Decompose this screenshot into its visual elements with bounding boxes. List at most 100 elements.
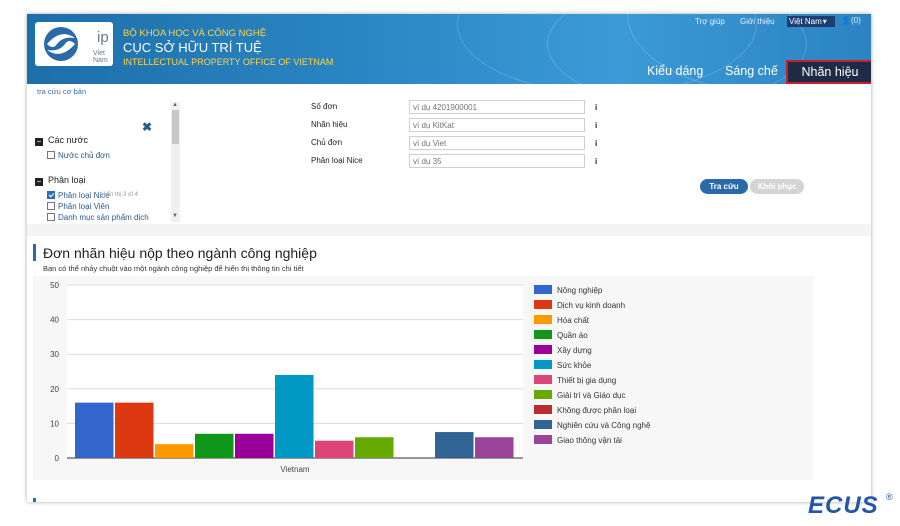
site-header: ip Viet Nam BỘ KHOA HỌC VÀ CÔNG NGHỆ CỤC… <box>27 14 871 84</box>
filter-section-classification[interactable]: − Phân loại <box>35 175 86 186</box>
tab-patent[interactable]: Sáng chế <box>725 64 778 78</box>
chevron-down-icon: ▾ <box>822 17 827 26</box>
legend-label[interactable]: Quần áo <box>557 331 588 340</box>
x-tick-label: Vietnam <box>280 465 310 474</box>
y-tick-label: 0 <box>55 454 60 463</box>
filter-count-hint: Hiển thị 3 of 4 <box>101 192 139 198</box>
logo-emblem-icon <box>44 27 78 61</box>
filter-panel: ✖ − Các nước Nước chủ đơn − Phân loại Phân… <box>29 102 181 224</box>
user-account[interactable]: 👤(0) <box>841 16 861 25</box>
chart-bar[interactable] <box>235 433 274 458</box>
legend-label[interactable]: Nông nghiệp <box>557 286 603 295</box>
logo-ip-text: ip <box>97 29 109 46</box>
legend-label[interactable]: Hóa chất <box>557 316 590 325</box>
application-number-input[interactable] <box>409 100 585 114</box>
registered-mark: ® <box>886 492 893 502</box>
chart-bar[interactable] <box>355 437 394 458</box>
ecus-watermark-logo: ECUS ® <box>800 490 896 524</box>
office-name-en: INTELLECTUAL PROPERTY OFFICE OF VIETNAM <box>123 57 334 67</box>
legend-label[interactable]: Giải trí và Giáo dục <box>557 391 625 400</box>
field-label-applicant: Chủ đơn <box>311 138 343 147</box>
legend-label[interactable]: Thiết bị gia dụng <box>557 376 616 385</box>
language-value: Việt Nam <box>789 17 822 26</box>
tab-trademark[interactable]: Nhãn hiệu <box>786 60 871 84</box>
filter-section-countries[interactable]: − Các nước <box>35 135 88 146</box>
scroll-up-icon[interactable]: ▲ <box>172 102 178 108</box>
site-logo[interactable]: ip Viet Nam <box>35 22 113 66</box>
info-icon[interactable]: i <box>595 121 597 130</box>
checkbox[interactable] <box>47 191 55 199</box>
legend-label[interactable]: Nghiên cứu và Công nghệ <box>557 421 651 430</box>
legend-swatch[interactable] <box>534 375 552 384</box>
filter-section-title: Các nước <box>48 135 88 145</box>
legend-swatch[interactable] <box>534 390 552 399</box>
legend-swatch[interactable] <box>534 330 552 339</box>
filter-option[interactable]: Nước chủ đơn <box>47 151 110 160</box>
y-tick-label: 20 <box>50 385 59 394</box>
chart-bar[interactable] <box>435 432 474 458</box>
reset-button[interactable]: Khôi phục <box>750 179 804 194</box>
legend-swatch[interactable] <box>534 435 552 444</box>
chart-bar[interactable] <box>315 440 354 458</box>
chart-bar[interactable] <box>475 437 514 458</box>
legend-label[interactable]: Không được phân loại <box>557 406 636 415</box>
filter-section-title: Phân loại <box>48 175 86 185</box>
breadcrumb[interactable]: tra cứu cơ bản <box>37 87 86 96</box>
y-tick-label: 40 <box>50 316 59 325</box>
legend-label[interactable]: Dịch vụ kinh doanh <box>557 301 625 310</box>
filter-option[interactable]: Danh mục sản phẩm dịch <box>47 213 149 222</box>
trademark-input[interactable] <box>409 118 585 132</box>
y-tick-label: 30 <box>50 350 59 359</box>
watermark-text: ECUS <box>808 492 879 519</box>
tab-industrial-design[interactable]: Kiểu dáng <box>647 64 703 78</box>
y-tick-label: 50 <box>50 281 59 290</box>
filter-option-label: Phân loại Viên <box>58 202 110 211</box>
close-icon[interactable]: ✖ <box>142 120 152 134</box>
info-icon[interactable]: i <box>595 157 597 166</box>
filter-option[interactable]: Phân loại Viên <box>47 202 109 211</box>
legend-swatch[interactable] <box>534 360 552 369</box>
help-link[interactable]: Trợ giúp <box>695 17 725 26</box>
app-window: ip Viet Nam BỘ KHOA HỌC VÀ CÔNG NGHỆ CỤC… <box>27 14 871 502</box>
legend-swatch[interactable] <box>534 285 552 294</box>
user-icon: 👤 <box>841 16 851 25</box>
nice-class-input[interactable] <box>409 154 585 168</box>
filter-option-label: Nước chủ đơn <box>58 151 110 160</box>
info-icon[interactable]: i <box>595 103 597 112</box>
field-label-application-number: Số đơn <box>311 102 338 111</box>
section-divider <box>27 224 871 236</box>
filter-option-label: Danh mục sản phẩm dịch <box>58 213 149 222</box>
chart-title: Đơn nhãn hiệu nộp theo ngành công nghiệp <box>43 245 317 261</box>
ministry-name: BỘ KHOA HỌC VÀ CÔNG NGHỆ <box>123 28 267 39</box>
checkbox[interactable] <box>47 151 55 159</box>
chart-bar[interactable] <box>115 402 154 458</box>
chart-bar[interactable] <box>275 374 314 458</box>
applicant-input[interactable] <box>409 136 585 150</box>
chart-bar[interactable] <box>195 433 234 458</box>
legend-swatch[interactable] <box>534 300 552 309</box>
legend-swatch[interactable] <box>534 345 552 354</box>
filter-scrollbar[interactable]: ▲ ▼ <box>171 102 180 222</box>
legend-swatch[interactable] <box>534 315 552 324</box>
checkbox[interactable] <box>47 202 55 210</box>
checkbox[interactable] <box>47 213 55 221</box>
legend-swatch[interactable] <box>534 420 552 429</box>
language-select[interactable]: Việt Nam▾ <box>787 16 835 27</box>
info-icon[interactable]: i <box>595 139 597 148</box>
legend-label[interactable]: Giao thông vận tải <box>557 436 622 445</box>
legend-swatch[interactable] <box>534 405 552 414</box>
about-link[interactable]: Giới thiệu <box>740 17 775 26</box>
legend-label[interactable]: Sức khỏe <box>557 361 592 370</box>
logo-country-text: Viet Nam <box>93 50 108 64</box>
scroll-down-icon[interactable]: ▼ <box>172 213 178 219</box>
field-label-trademark: Nhãn hiệu <box>311 120 348 129</box>
section-accent <box>33 244 36 261</box>
user-count: (0) <box>850 16 861 25</box>
chart-bar[interactable] <box>155 444 194 458</box>
chart-bar[interactable] <box>75 402 114 458</box>
scroll-thumb[interactable] <box>172 110 179 144</box>
collapse-icon: − <box>35 177 43 186</box>
legend-label[interactable]: Xây dựng <box>557 346 592 355</box>
search-button[interactable]: Tra cứu <box>700 179 748 194</box>
field-label-nice-class: Phân loại Nice <box>311 156 363 165</box>
